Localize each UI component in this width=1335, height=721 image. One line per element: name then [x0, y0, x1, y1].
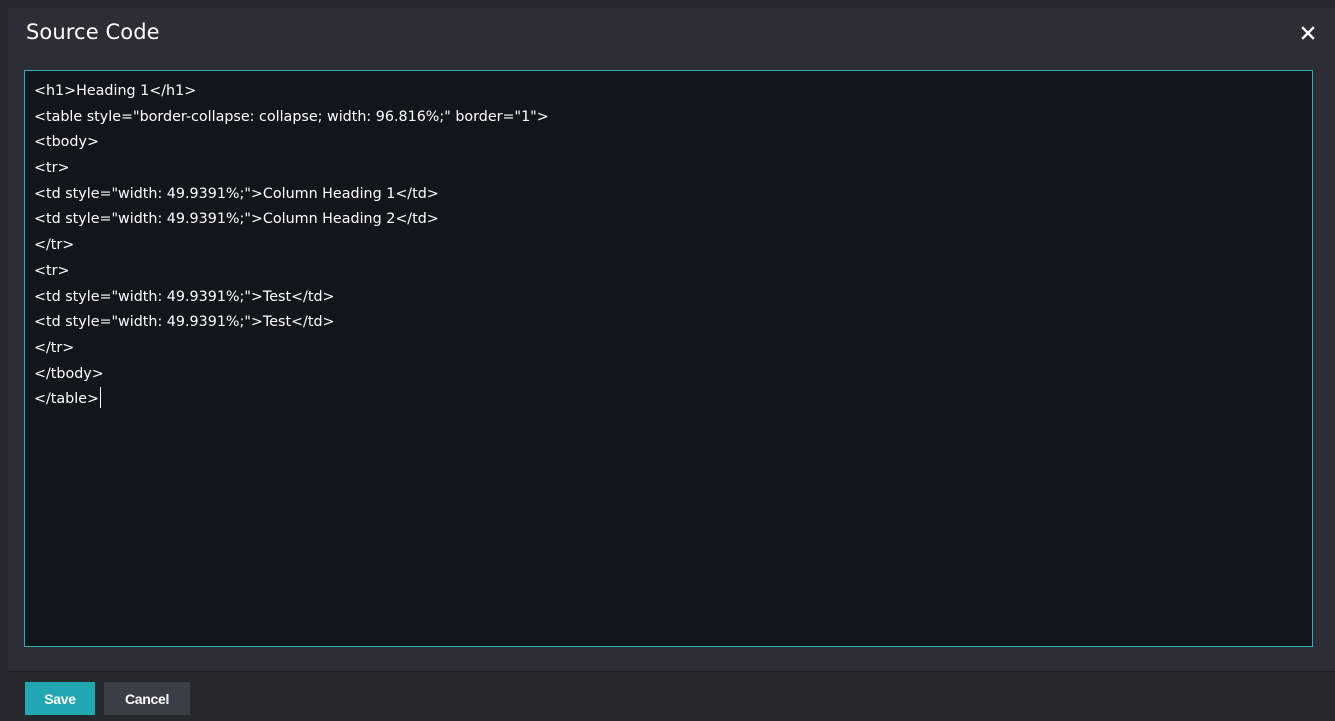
code-line: <tbody> — [34, 134, 99, 151]
dialog-header: Source Code — [8, 8, 1335, 58]
code-line: <tr> — [34, 160, 70, 177]
code-line: <table style="border-collapse: collapse;… — [34, 108, 549, 125]
source-code-textarea[interactable]: <h1>Heading 1</h1> <table style="border-c… — [24, 70, 1313, 647]
code-line: </tr> — [34, 237, 75, 254]
code-line: <td style="width: 49.9391%;">Column Head… — [34, 185, 439, 202]
save-button[interactable]: Save — [25, 682, 95, 715]
code-line: </table> — [34, 387, 1304, 413]
dialog-footer: Save Cancel — [8, 671, 1335, 721]
code-line: <h1>Heading 1</h1> — [34, 83, 197, 99]
code-line: <tr> — [34, 262, 70, 279]
code-line: </tr> — [34, 339, 75, 356]
close-button[interactable] — [1295, 20, 1321, 46]
code-line: <td style="width: 49.9391%;">Column Head… — [34, 211, 439, 228]
source-code-dialog: Source Code <h1>Heading 1</h1> <table sty… — [8, 8, 1335, 721]
code-line: <td style="width: 49.9391%;">Test</td> — [34, 288, 335, 305]
close-icon — [1301, 26, 1315, 40]
text-caret — [100, 387, 101, 409]
code-line: </tbody> — [34, 365, 104, 382]
cancel-button[interactable]: Cancel — [104, 682, 190, 715]
code-line: <td style="width: 49.9391%;">Test</td> — [34, 314, 335, 331]
dialog-title: Source Code — [26, 20, 160, 44]
dialog-body: <h1>Heading 1</h1> <table style="border-c… — [8, 58, 1335, 671]
